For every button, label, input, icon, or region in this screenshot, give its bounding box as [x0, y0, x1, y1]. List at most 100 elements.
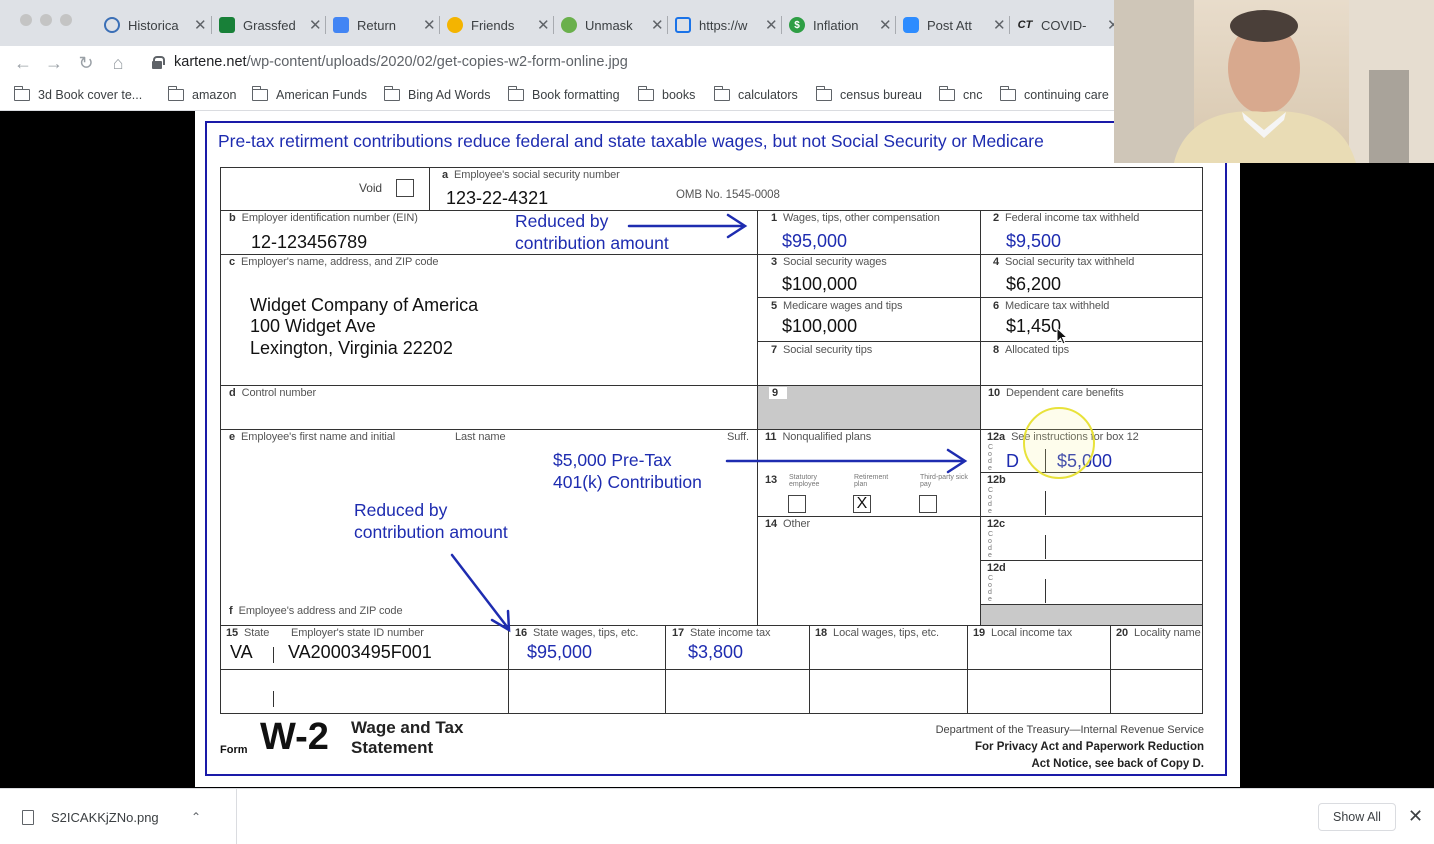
sun-icon — [447, 17, 463, 33]
tab-separator — [439, 16, 440, 34]
browser-tab[interactable]: Friends ✕ — [447, 8, 550, 42]
bookmark-label: 3d Book cover te... — [38, 88, 143, 102]
tab-separator — [211, 16, 212, 34]
url-host: kartene.net — [174, 54, 247, 70]
tab-title: Return — [357, 17, 397, 33]
bookmark-label: Bing Ad Words — [408, 88, 491, 102]
bookmark-folder[interactable]: Bing Ad Words — [383, 85, 491, 105]
show-all-button[interactable]: Show All — [1318, 803, 1396, 831]
bookmark-label: Book formatting — [532, 88, 620, 102]
dept-line: Department of the Treasury—Internal Reve… — [935, 724, 1204, 736]
forward-arrow-icon[interactable]: → — [41, 50, 67, 76]
sheets-icon — [219, 17, 235, 33]
browser-tab[interactable]: Grassfed ✕ — [219, 8, 322, 42]
browser-tab[interactable]: $ Inflation ✕ — [789, 8, 892, 42]
window-minimize-dot[interactable] — [40, 14, 52, 26]
tab-close-icon[interactable]: ✕ — [537, 16, 550, 34]
tab-close-icon[interactable]: ✕ — [993, 16, 1006, 34]
browser-tab[interactable]: Historica ✕ — [104, 8, 207, 42]
form-desc-line: Statement — [351, 738, 434, 757]
download-filename: S2ICAKKjZNo.png — [51, 809, 159, 825]
dept-line: Act Notice, see back of Copy D. — [1031, 758, 1204, 770]
home-icon[interactable]: ⌂ — [105, 50, 131, 76]
form-name: W-2 — [260, 716, 329, 758]
folder-icon — [713, 86, 730, 101]
tab-close-icon[interactable]: ✕ — [765, 16, 778, 34]
bookmark-folder[interactable]: cnc — [938, 85, 983, 105]
browser-tab[interactable]: Post Att ✕ — [903, 8, 1006, 42]
bookmark-folder[interactable]: calculators — [713, 85, 798, 105]
bookmark-folder[interactable]: books — [637, 85, 696, 105]
close-icon[interactable]: ✕ — [1408, 806, 1423, 827]
cursor-highlight — [1023, 407, 1095, 479]
bookmark-folder[interactable]: Book formatting — [507, 85, 620, 105]
tab-title: Historica — [128, 17, 179, 33]
bookmark-folder[interactable]: continuing care — [999, 85, 1109, 105]
folder-icon — [13, 86, 30, 101]
url-path: /wp-content/uploads/2020/02/get-copies-w… — [246, 54, 628, 70]
folder-icon — [999, 86, 1016, 101]
window-close-dot[interactable] — [20, 14, 32, 26]
presenter-video — [1114, 0, 1434, 163]
circle-logo-icon — [104, 17, 120, 33]
folder-icon — [815, 86, 832, 101]
tab-title: Unmask — [585, 17, 633, 33]
browser-tab[interactable]: CT COVID- ✕ — [1017, 8, 1120, 42]
folder-icon — [938, 86, 955, 101]
folder-icon — [637, 86, 654, 101]
tab-close-icon[interactable]: ✕ — [879, 16, 892, 34]
download-bar: S2ICAKKjZNo.png ⌃ Show All ✕ — [0, 788, 1434, 844]
tab-separator — [667, 16, 668, 34]
folder-icon — [507, 86, 524, 101]
tab-close-icon[interactable]: ✕ — [423, 16, 436, 34]
tab-close-icon[interactable]: ✕ — [194, 16, 207, 34]
dept-line: For Privacy Act and Paperwork Reduction — [975, 741, 1204, 753]
form-desc-line: Wage and Tax — [351, 718, 464, 737]
house-icon — [675, 17, 691, 33]
browser-tab[interactable]: https://w ✕ — [675, 8, 778, 42]
browser-tab[interactable]: Return ✕ — [333, 8, 436, 42]
tab-title: Grassfed — [243, 17, 295, 33]
department-notice: Department of the Treasury—Internal Reve… — [936, 722, 1204, 773]
page-viewport: Pre-tax retirment contributions reduce f… — [0, 111, 1434, 788]
tab-title: Friends — [471, 17, 515, 33]
bookmark-label: census bureau — [840, 88, 923, 102]
bookmark-folder[interactable]: 3d Book cover te... — [13, 85, 143, 105]
docs-icon — [333, 17, 349, 33]
tab-separator — [325, 16, 326, 34]
tab-title: https://w — [699, 17, 748, 33]
bookmark-label: books — [662, 88, 696, 102]
form-description: Wage and Tax Statement — [351, 718, 463, 758]
form-word: Form — [220, 744, 248, 756]
back-arrow-icon[interactable]: ← — [10, 50, 36, 76]
browser-tab[interactable]: Unmask ✕ — [561, 8, 664, 42]
dollar-icon: $ — [789, 17, 805, 33]
address-bar[interactable]: kartene.net/wp-content/uploads/2020/02/g… — [144, 48, 1244, 76]
tab-title: Inflation — [813, 17, 859, 33]
tab-close-icon[interactable]: ✕ — [651, 16, 664, 34]
bookmark-folder[interactable]: amazon — [167, 85, 236, 105]
bookmark-label: calculators — [738, 88, 798, 102]
tab-separator — [553, 16, 554, 34]
download-item[interactable]: S2ICAKKjZNo.png ⌃ — [0, 789, 237, 844]
tab-title: COVID- — [1041, 17, 1087, 33]
reload-icon[interactable]: ↻ — [73, 50, 99, 76]
ct-icon: CT — [1017, 19, 1033, 31]
bookmark-label: cnc — [963, 88, 983, 102]
bookmark-label: American Funds — [276, 88, 368, 102]
arrowhead-icon — [490, 609, 511, 633]
arrow-down-icon — [450, 553, 510, 630]
bookmark-folder[interactable]: census bureau — [815, 85, 923, 105]
zoom-icon — [903, 17, 919, 33]
lock-icon — [152, 56, 165, 69]
chevron-up-icon[interactable]: ⌃ — [191, 810, 201, 824]
bookmark-folder[interactable]: American Funds — [251, 85, 368, 105]
webcam-overlay — [1114, 0, 1434, 163]
file-icon — [22, 809, 34, 825]
tab-title: Post Att — [927, 17, 972, 33]
bookmark-label: continuing care — [1024, 88, 1109, 102]
window-zoom-dot[interactable] — [60, 14, 72, 26]
tab-close-icon[interactable]: ✕ — [309, 16, 322, 34]
mouse-pointer-icon — [1056, 327, 1069, 345]
tab-separator — [895, 16, 896, 34]
